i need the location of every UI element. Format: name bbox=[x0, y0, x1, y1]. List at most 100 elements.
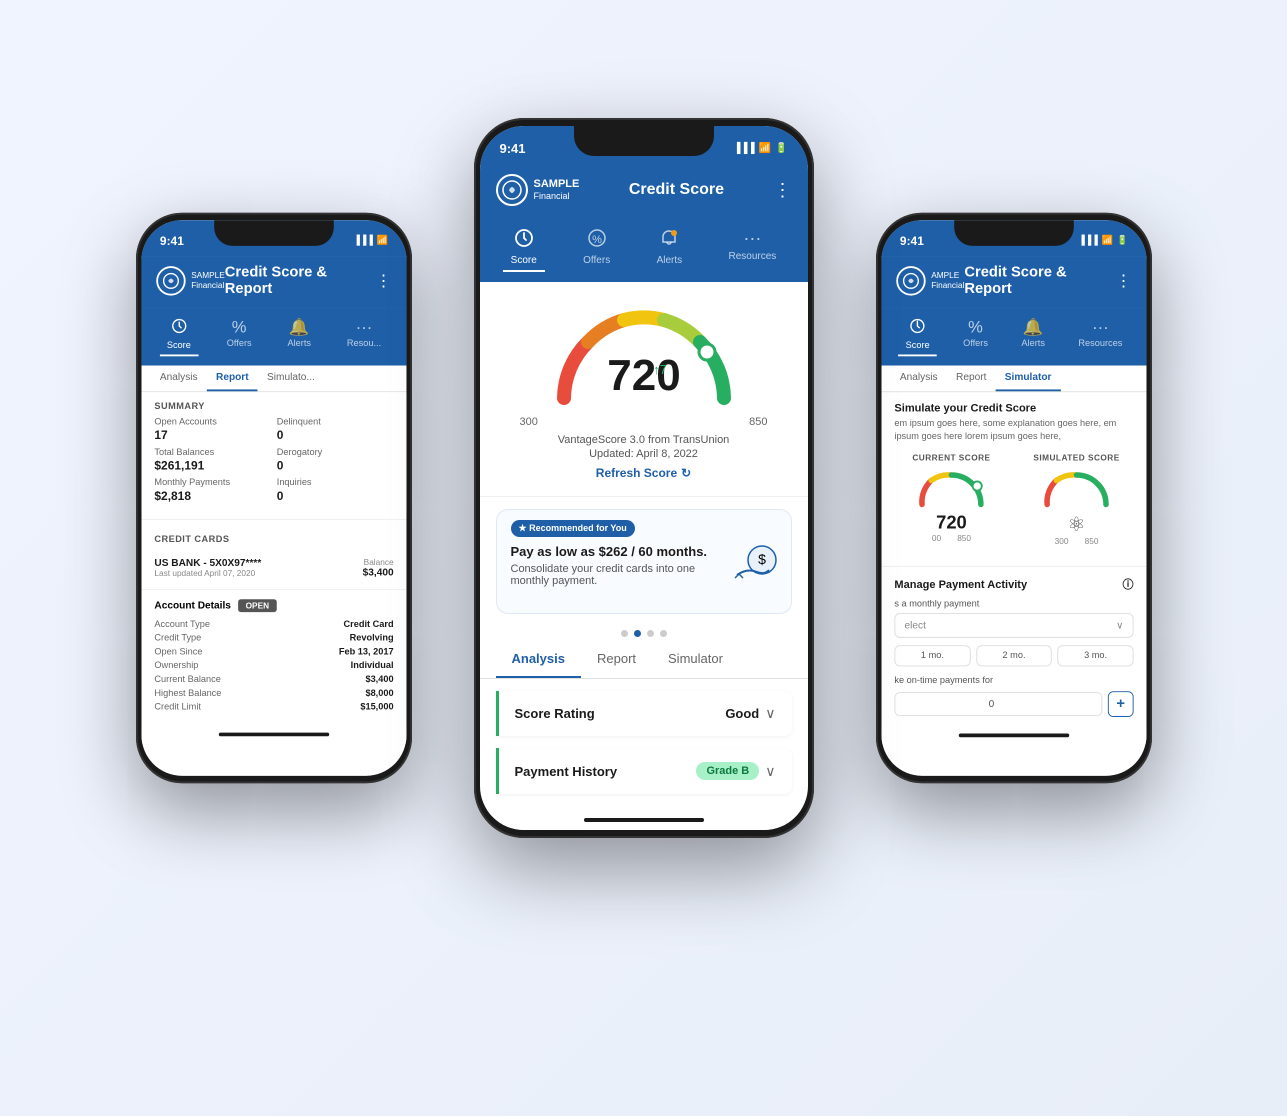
month-buttons: 1 mo. 2 mo. 3 mo. bbox=[894, 645, 1133, 666]
on-time-input[interactable] bbox=[894, 692, 1102, 716]
logo-area-right: AMPLE Financial bbox=[896, 266, 964, 295]
detail-row-3: Ownership Individual bbox=[154, 661, 393, 671]
scores-row: CURRENT SCORE 720 00 bbox=[894, 453, 1133, 546]
tab-resources-label-left: Resou... bbox=[346, 339, 380, 349]
tab-offers-right[interactable]: % Offers bbox=[955, 314, 995, 356]
tab-score-right[interactable]: Score bbox=[898, 314, 937, 356]
score-updated: Updated: April 8, 2022 bbox=[500, 448, 788, 460]
tab-resources-center[interactable]: ··· Resources bbox=[720, 224, 784, 272]
tab-alerts-left[interactable]: 🔔 Alerts bbox=[280, 314, 318, 356]
select-placeholder: elect bbox=[904, 620, 925, 631]
sub-tab-analysis-right[interactable]: Analysis bbox=[890, 366, 946, 392]
monthly-payments-label: Monthly Payments bbox=[154, 478, 271, 488]
phone-right: 9:41 ▐▐▐ 📶 🔋 bbox=[876, 213, 1152, 783]
tab-offers-center[interactable]: % Offers bbox=[575, 224, 618, 272]
score-min: 300 bbox=[520, 416, 538, 428]
payment-activity-title: Manage Payment Activity ⓘ bbox=[894, 576, 1133, 592]
payment-history-right: Grade B ∨ bbox=[696, 762, 775, 780]
detail-label-4: Current Balance bbox=[154, 675, 220, 685]
offer-desc: Consolidate your credit cards into one m… bbox=[511, 563, 715, 587]
tab-alerts-label-left: Alerts bbox=[287, 339, 311, 349]
simulated-score-mini: SIMULATED SCORE ⚛ 300 850 bbox=[1019, 453, 1133, 546]
detail-value-6: $15,000 bbox=[360, 702, 393, 712]
menu-icon-center[interactable]: ⋮ bbox=[773, 180, 791, 201]
resources-icon-center: ··· bbox=[743, 228, 761, 249]
tab-resources-right[interactable]: ··· Resources bbox=[1071, 314, 1130, 356]
sub-tab-simulator-right[interactable]: Simulator bbox=[995, 366, 1060, 392]
wifi-icon-left: 📶 bbox=[376, 235, 387, 245]
card-item: US BANK - 5X0X97**** Last updated April … bbox=[141, 549, 406, 590]
offers-icon-center: % bbox=[587, 228, 607, 253]
sub-tab-simulator-center[interactable]: Simulator bbox=[652, 641, 739, 678]
menu-icon-right[interactable]: ⋮ bbox=[1115, 271, 1132, 290]
simulated-score-label: SIMULATED SCORE bbox=[1019, 453, 1133, 462]
detail-row-4: Current Balance $3,400 bbox=[154, 675, 393, 685]
dot-4[interactable] bbox=[660, 630, 667, 637]
tab-alerts-right[interactable]: 🔔 Alerts bbox=[1014, 314, 1052, 356]
credit-cards-title: CREDIT CARDS bbox=[141, 527, 406, 548]
time-right: 9:41 bbox=[899, 233, 923, 247]
offers-icon-right: % bbox=[968, 318, 983, 337]
sub-tab-report-right[interactable]: Report bbox=[946, 366, 995, 392]
inquiries-label: Inquiries bbox=[276, 478, 393, 488]
offer-title: Pay as low as $262 / 60 months. bbox=[511, 544, 715, 559]
score-rating-item[interactable]: Score Rating Good ∨ bbox=[496, 691, 792, 736]
account-details: Account Details OPEN Account Type Credit… bbox=[141, 590, 406, 725]
dot-3[interactable] bbox=[647, 630, 654, 637]
battery-icon-right: 🔋 bbox=[1116, 235, 1127, 245]
tab-nav-left: Score % Offers 🔔 Alerts ··· Resou... bbox=[141, 308, 406, 365]
tab-resources-left[interactable]: ··· Resou... bbox=[339, 314, 388, 356]
summary-title: SUMMARY bbox=[154, 401, 393, 411]
tab-offers-label-left: Offers bbox=[226, 339, 251, 349]
tab-offers-left[interactable]: % Offers bbox=[219, 314, 259, 356]
tab-score-center[interactable]: Score bbox=[503, 224, 545, 272]
detail-row-5: Highest Balance $8,000 bbox=[154, 688, 393, 698]
score-rating-chevron: ∨ bbox=[765, 705, 775, 722]
tab-score-left[interactable]: Score bbox=[159, 314, 198, 356]
dot-2[interactable] bbox=[634, 630, 641, 637]
dot-1[interactable] bbox=[621, 630, 628, 637]
score-rating-value: Good bbox=[725, 706, 759, 721]
payment-select[interactable]: elect ∨ bbox=[894, 613, 1133, 638]
month-btn-2[interactable]: 2 mo. bbox=[975, 645, 1051, 666]
simulated-score-gauge bbox=[1039, 466, 1113, 508]
home-indicator-left bbox=[141, 725, 406, 743]
open-accounts-item: Open Accounts 17 bbox=[154, 417, 271, 442]
inquiries-item: Inquiries 0 bbox=[276, 478, 393, 503]
account-status-badge: OPEN bbox=[238, 599, 276, 612]
refresh-score-button[interactable]: Refresh Score ↻ bbox=[500, 466, 788, 480]
app-header-right: AMPLE Financial Credit Score & Report ⋮ bbox=[881, 257, 1146, 309]
current-score-label: CURRENT SCORE bbox=[894, 453, 1008, 462]
open-accounts-value: 17 bbox=[154, 428, 271, 442]
offer-card[interactable]: ★ Recommended for You Pay as low as $262… bbox=[496, 509, 792, 614]
month-btn-3[interactable]: 3 mo. bbox=[1057, 645, 1133, 666]
month-btn-1[interactable]: 1 mo. bbox=[894, 645, 970, 666]
status-icons-center: ▐▐▐ 📶 🔋 bbox=[733, 143, 787, 154]
total-balances-item: Total Balances $261,191 bbox=[154, 447, 271, 472]
sub-tab-simulator-left[interactable]: Simulato... bbox=[257, 366, 323, 392]
current-score-mini: CURRENT SCORE 720 00 bbox=[894, 453, 1008, 546]
current-score-gauge bbox=[914, 466, 988, 508]
tab-score-label-right: Score bbox=[905, 341, 929, 351]
monthly-payments-value: $2,818 bbox=[154, 489, 271, 503]
simulator-section: Simulate your Credit Score em ipsum goes… bbox=[881, 392, 1146, 566]
delinquent-value: 0 bbox=[276, 428, 393, 442]
tab-nav-center: Score % Offers bbox=[480, 218, 808, 282]
plus-button[interactable]: + bbox=[1107, 691, 1133, 717]
simulated-score-range: 300 850 bbox=[1019, 537, 1133, 546]
sub-tab-report-left[interactable]: Report bbox=[206, 366, 257, 392]
info-icon[interactable]: ⓘ bbox=[1122, 576, 1133, 592]
sub-tab-analysis-center[interactable]: Analysis bbox=[496, 641, 581, 678]
signal-icon-center: ▐▐▐ bbox=[733, 143, 754, 154]
svg-text:$: $ bbox=[758, 551, 766, 567]
carousel-dots bbox=[480, 626, 808, 641]
tab-alerts-center[interactable]: Alerts bbox=[649, 224, 691, 272]
detail-label-0: Account Type bbox=[154, 619, 210, 629]
logo-text-center: SAMPLE Financial bbox=[534, 178, 580, 202]
home-indicator-right bbox=[881, 726, 1146, 744]
sub-tab-analysis-left[interactable]: Analysis bbox=[150, 366, 206, 392]
payment-history-item[interactable]: Payment History Grade B ∨ bbox=[496, 748, 792, 794]
menu-icon-left[interactable]: ⋮ bbox=[375, 271, 392, 290]
sub-tab-report-center[interactable]: Report bbox=[581, 641, 652, 678]
wifi-icon-center: 📶 bbox=[759, 143, 771, 154]
